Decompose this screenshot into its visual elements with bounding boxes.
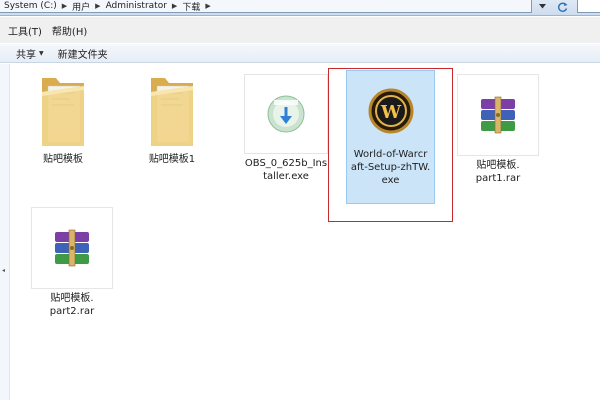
address-bar[interactable]: System (C:) ▶ 用户 ▶ Administrator ▶ 下载 ▶ [0,0,532,13]
breadcrumb-separator[interactable]: ▶ [172,2,177,10]
menu-help[interactable]: 帮助(H) [52,23,87,38]
history-dropdown-icon[interactable] [534,0,550,13]
file-name-line-1: 贴吧模板. [476,160,520,171]
chevron-down-icon: ▼ [39,49,44,57]
breadcrumb-separator[interactable]: ▶ [205,2,210,10]
breadcrumb-separator[interactable]: ▶ [62,2,67,10]
file-item-folder[interactable]: 贴吧模板 [28,72,98,166]
search-input[interactable] [577,0,600,13]
menu-bar: 工具(T) 帮助(H) [0,17,600,43]
winrar-archive-icon [55,229,89,267]
file-name: 贴吧模板1 [148,154,196,165]
installer-thumbnail [244,74,328,154]
file-name-line-2: part2.rar [49,306,95,317]
splitter-grip-icon[interactable]: ◂ [2,267,5,274]
breadcrumb-users[interactable]: 用户 [72,0,90,13]
menu-tools[interactable]: 工具(T) [8,23,42,38]
file-name-line-2: part1.rar [475,173,521,184]
share-label: 共享 [16,49,36,61]
command-bar: 共享 ▼ 新建文件夹 [0,43,600,63]
file-name-line-1: OBS_0_625b_Ins [244,158,328,169]
folder-icon [42,78,84,146]
winrar-archive-icon [481,96,515,134]
annotation-highlight-box [328,68,453,222]
navigation-pane-edge[interactable]: ◂ [0,64,10,400]
installer-icon [267,95,305,133]
file-name-line-1: 贴吧模板. [50,293,94,304]
file-item-installer[interactable]: OBS_0_625b_Ins taller.exe [238,74,334,183]
breadcrumb-downloads[interactable]: 下载 [182,0,200,13]
folder-icon [151,78,193,146]
breadcrumb-system[interactable]: System (C:) [4,1,57,11]
file-item-rar[interactable]: 贴吧模板. part2.rar [30,207,114,318]
file-name: 贴吧模板 [43,154,83,165]
file-name-line-2: taller.exe [263,171,309,182]
rar-thumbnail [457,74,539,156]
address-row: System (C:) ▶ 用户 ▶ Administrator ▶ 下载 ▶ [0,0,600,16]
share-button[interactable]: 共享 ▼ [16,46,44,61]
file-item-rar[interactable]: 贴吧模板. part1.rar [456,74,540,185]
new-folder-label: 新建文件夹 [57,49,108,61]
new-folder-button[interactable]: 新建文件夹 [58,46,108,61]
breadcrumb-administrator[interactable]: Administrator [106,1,167,11]
breadcrumb-separator[interactable]: ▶ [95,2,100,10]
rar-thumbnail [31,207,113,289]
file-item-folder[interactable]: 贴吧模板1 [132,72,212,166]
refresh-icon[interactable] [555,0,571,13]
